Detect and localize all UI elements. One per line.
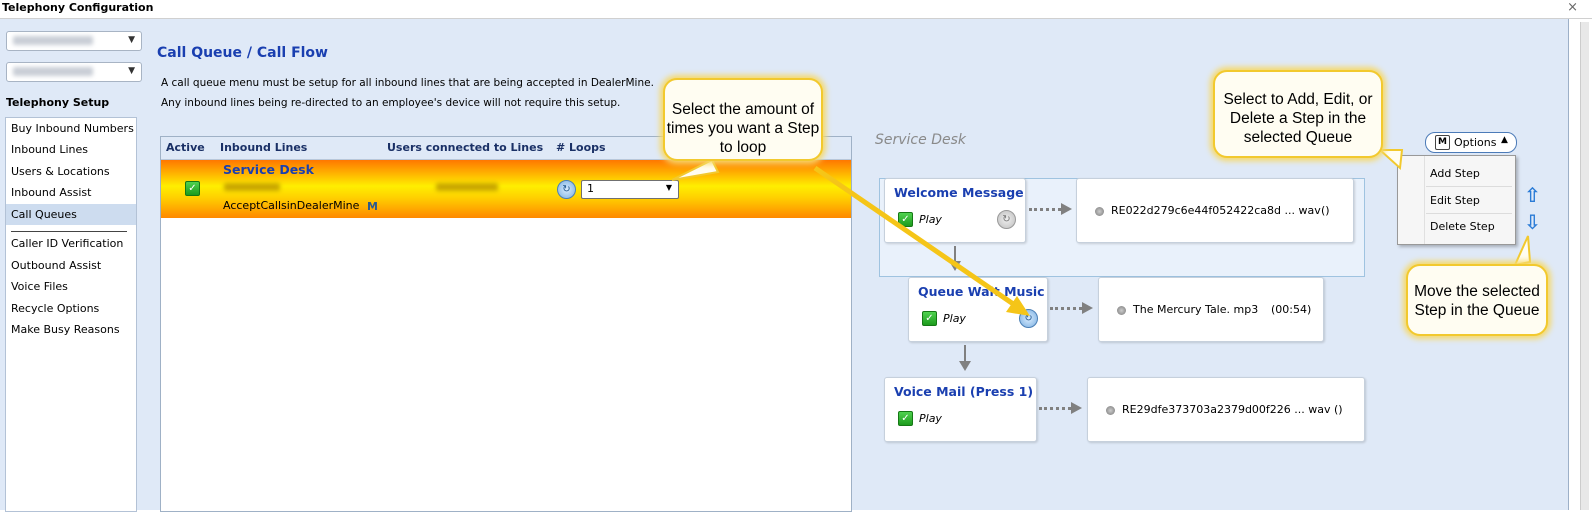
callout-loops: Select the amount of times you want a St… xyxy=(663,78,823,161)
callout-pointer-loops xyxy=(671,158,720,181)
callout-pointer-options xyxy=(1377,149,1404,171)
callout-arrow-line xyxy=(813,165,1024,313)
callout-options: Select to Add, Edit, or Delete a Step in… xyxy=(1213,70,1383,158)
callout-pointer-move xyxy=(1513,235,1532,267)
callout-move: Move the selected Step in the Queue xyxy=(1406,264,1548,336)
